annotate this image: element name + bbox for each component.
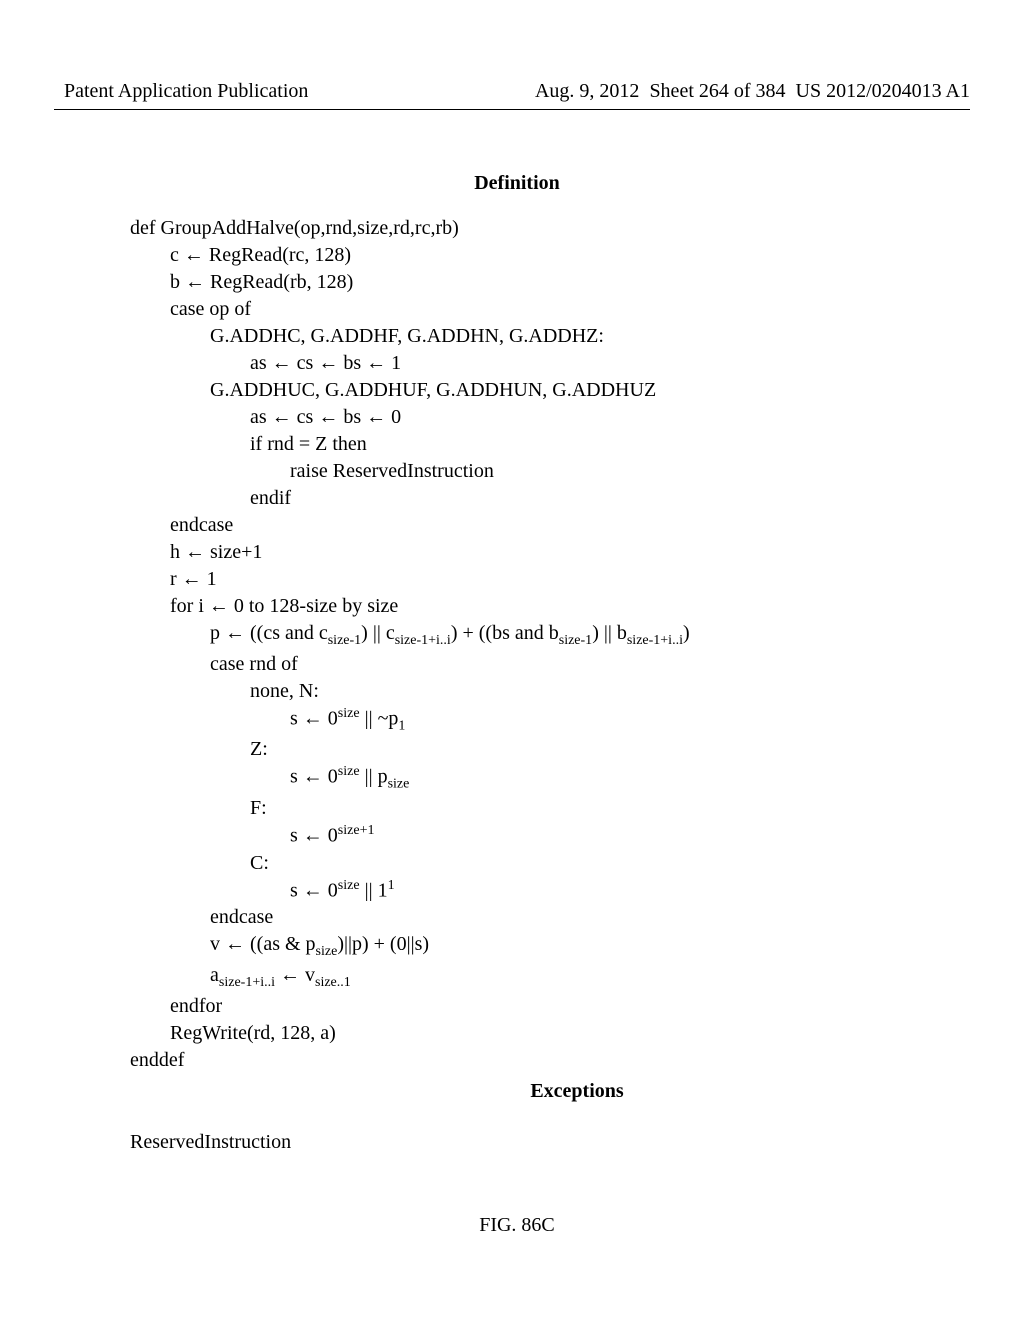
figure-label: FIG. 86C — [130, 1212, 904, 1239]
exception-text: ReservedInstruction — [130, 1129, 904, 1156]
content: Definition def GroupAddHalve(op,rnd,size… — [0, 110, 1024, 1239]
header-left: Patent Application Publication — [64, 80, 308, 103]
pseudocode: def GroupAddHalve(op,rnd,size,rd,rc,rb) … — [130, 215, 904, 1074]
exceptions-title: Exceptions — [130, 1078, 904, 1105]
definition-title: Definition — [130, 170, 904, 197]
page-header: Patent Application Publication Aug. 9, 2… — [0, 0, 1024, 109]
header-right: Aug. 9, 2012 Sheet 264 of 384 US 2012/02… — [535, 80, 970, 103]
